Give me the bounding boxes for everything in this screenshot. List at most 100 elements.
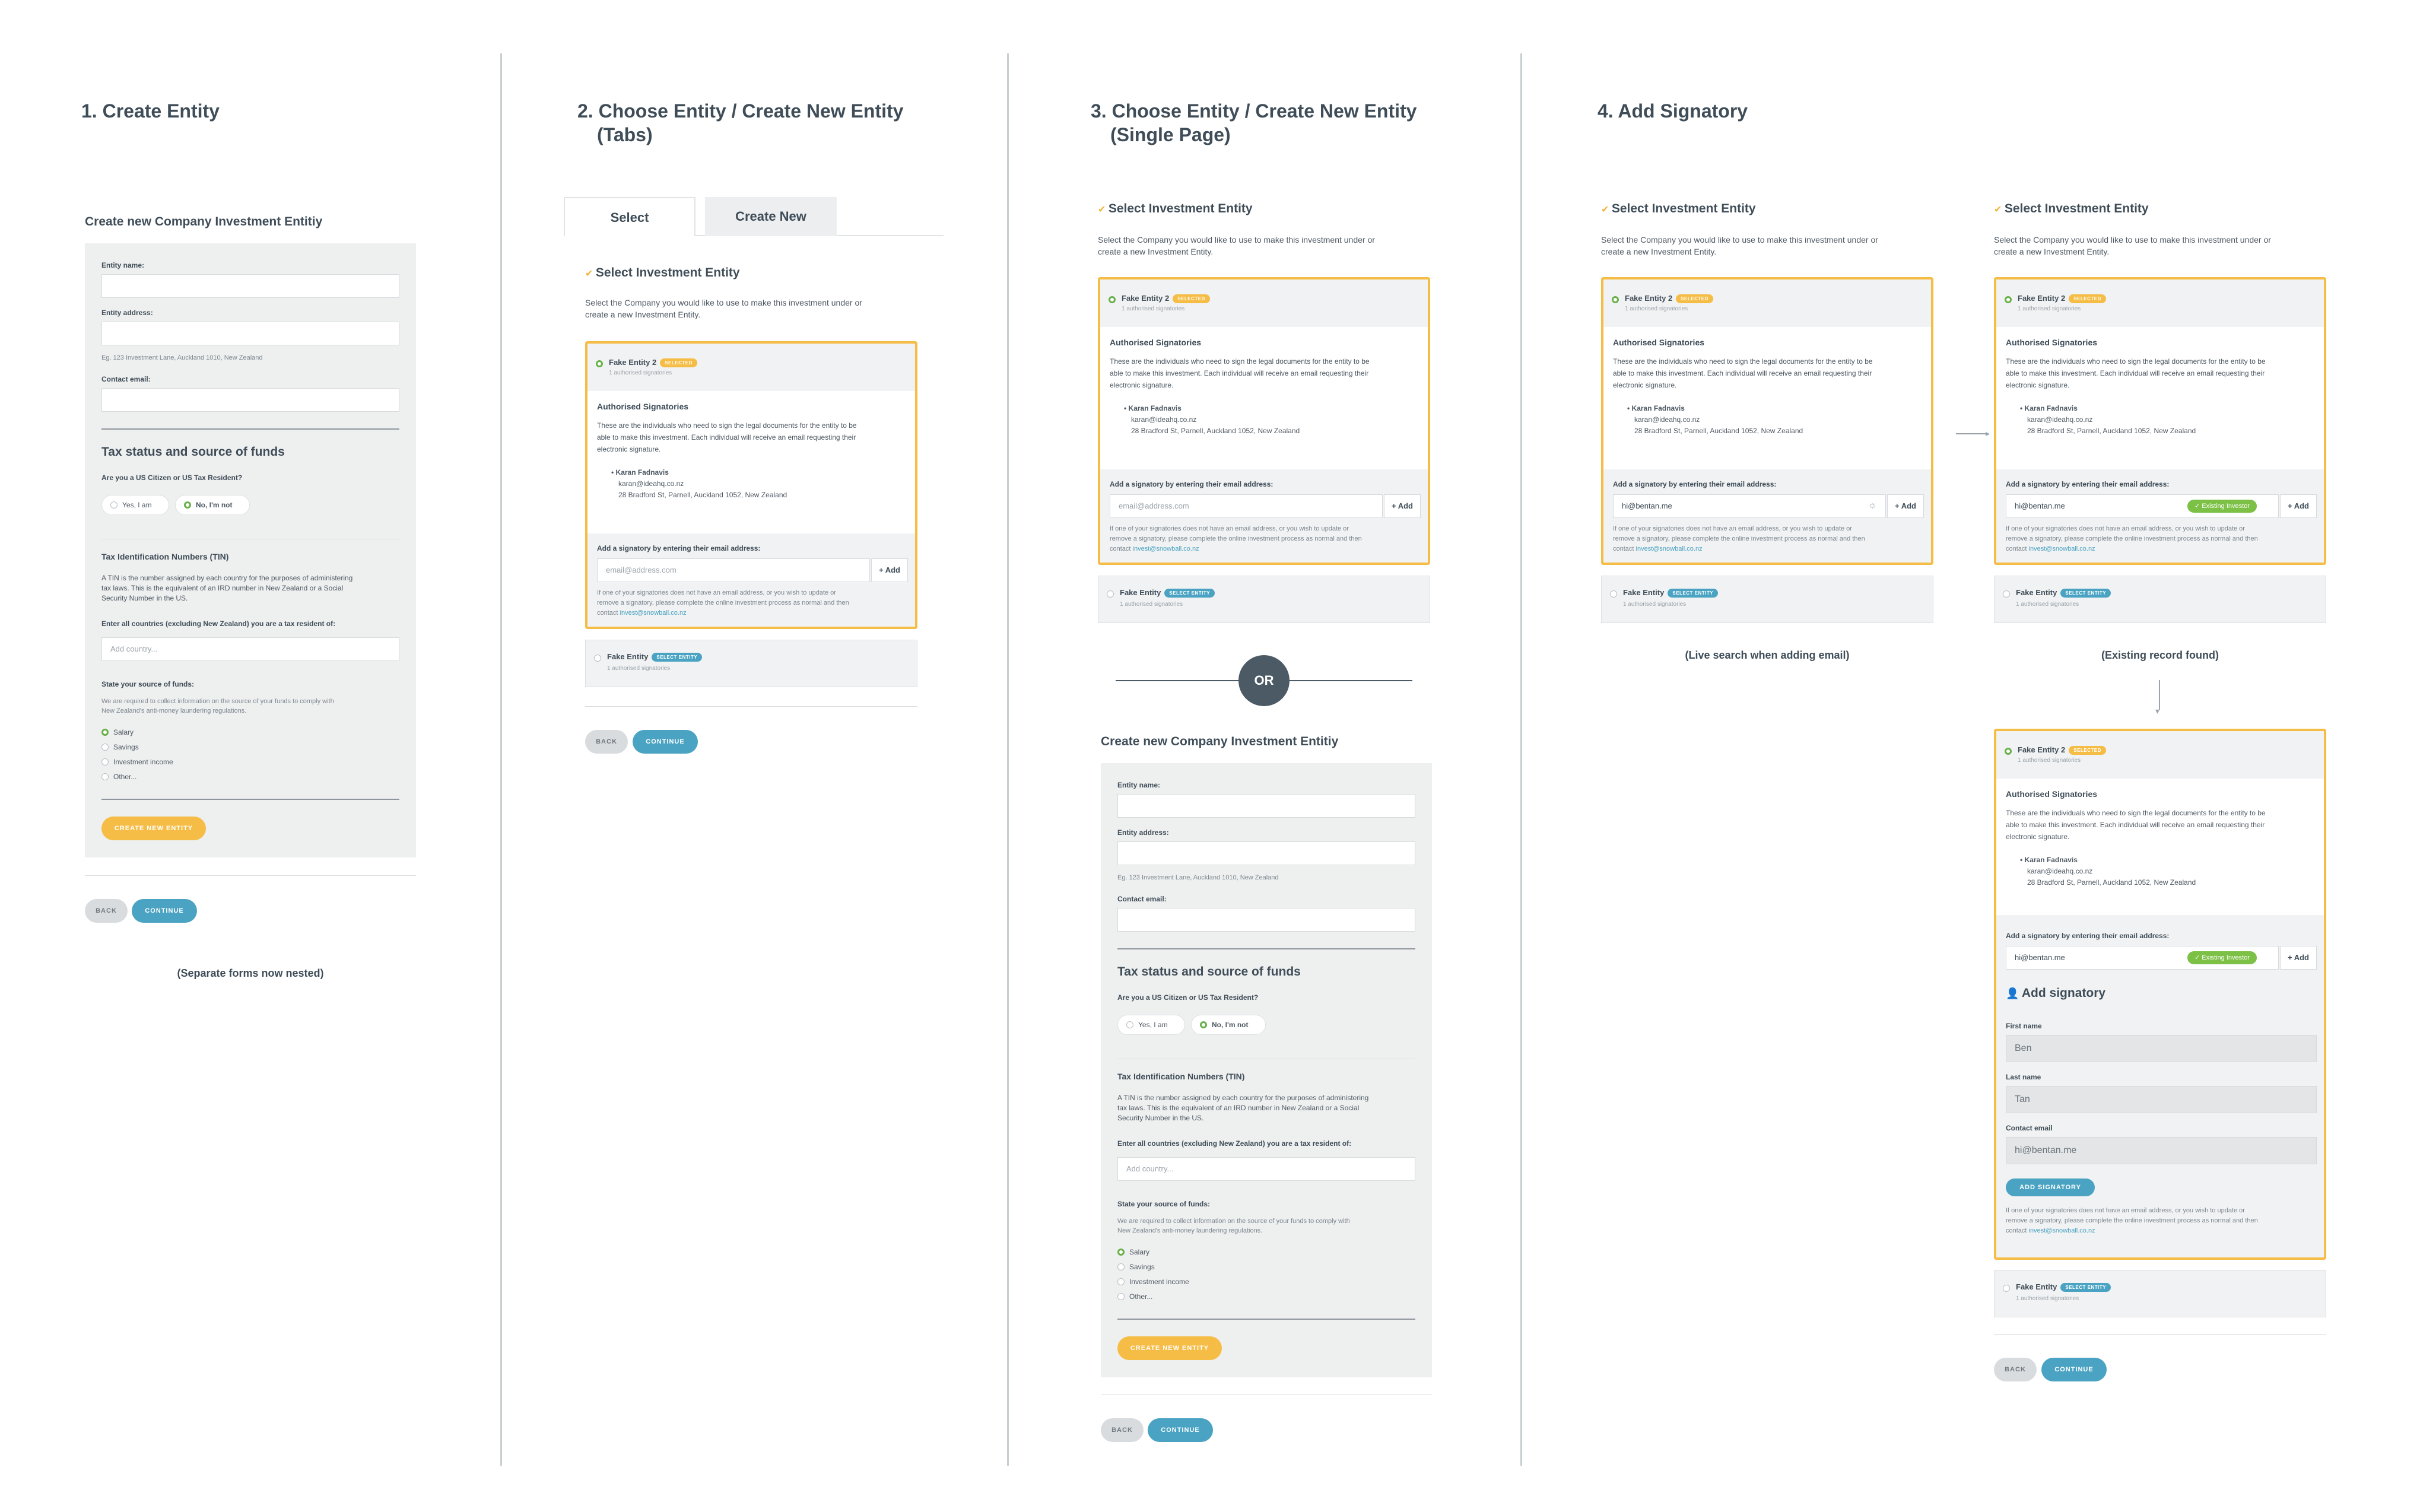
column-divider bbox=[1007, 53, 1009, 1466]
auth-text: These are the individuals who need to si… bbox=[1613, 357, 1873, 389]
tab-select[interactable]: Select bbox=[564, 197, 695, 236]
existing-investor-badge: ✓ Existing Investor bbox=[2187, 500, 2257, 513]
divider bbox=[101, 799, 399, 800]
select-entity-badge: SELECT ENTITY bbox=[1164, 589, 1215, 598]
add-button[interactable]: + Add bbox=[2280, 494, 2317, 518]
create-entity-button[interactable]: CREATE NEW ENTITY bbox=[101, 817, 206, 840]
entity-name-input[interactable] bbox=[101, 274, 399, 298]
form-heading: Create new Company Investment Entitiy bbox=[1101, 735, 1339, 748]
create-entity-form: Entity name: Entity address: Eg. 123 Inv… bbox=[1101, 763, 1432, 1377]
entity-address-label: Entity address: bbox=[1117, 828, 1169, 837]
back-button[interactable]: BACK bbox=[85, 899, 128, 923]
us-question: Are you a US Citizen or US Tax Resident? bbox=[1117, 993, 1259, 1002]
email-input[interactable]: email@address.com bbox=[597, 558, 870, 582]
fund-option[interactable]: Other... bbox=[101, 771, 173, 786]
email-link: invest@snowball.co.nz bbox=[1635, 545, 1703, 552]
no-radio[interactable]: No, I'm not bbox=[175, 495, 250, 515]
divider bbox=[1117, 1319, 1415, 1320]
add-signatory-section: Add a signatory by entering their email … bbox=[1100, 469, 1428, 563]
fund-option[interactable]: Salary bbox=[101, 726, 173, 741]
selected-badge: SELECTED bbox=[660, 358, 697, 368]
divider bbox=[1994, 1334, 2326, 1335]
radio-icon bbox=[2003, 1285, 2010, 1292]
add-button[interactable]: + Add bbox=[2280, 946, 2317, 970]
entity-card[interactable]: Fake Entity SELECT ENTITY 1 authorised si… bbox=[1994, 576, 2326, 623]
entity-card-selected[interactable]: Fake Entity 2 SELECTED 1 authorised signa… bbox=[585, 341, 917, 629]
intro-text: Select the Company you would like to use… bbox=[1601, 235, 1878, 256]
select-entity-badge: SELECT ENTITY bbox=[2060, 589, 2111, 598]
back-button[interactable]: BACK bbox=[1994, 1358, 2037, 1381]
auth-text: These are the individuals who need to si… bbox=[597, 421, 857, 453]
fund-option[interactable]: Investment income bbox=[101, 756, 173, 771]
continue-button[interactable]: CONTINUE bbox=[633, 730, 698, 754]
entity-card[interactable]: Fake Entity SELECT ENTITY 1 authorised si… bbox=[1601, 576, 1933, 623]
entity-name-label: Entity name: bbox=[101, 261, 145, 269]
entity-name-input[interactable] bbox=[1117, 794, 1415, 818]
contact-email-input[interactable] bbox=[1117, 908, 1415, 932]
entity-card-selected[interactable]: Fake Entity 2 SELECTED 1 authorised signa… bbox=[1994, 277, 2326, 565]
country-input[interactable]: Add country... bbox=[101, 637, 399, 661]
fund-option[interactable]: Investment income bbox=[1117, 1276, 1189, 1291]
entity-card-add-signatory[interactable]: Fake Entity 2 SELECTED 1 authorised signa… bbox=[1994, 729, 2326, 1260]
address-hint: Eg. 123 Investment Lane, Auckland 1010, … bbox=[101, 354, 263, 361]
add-signatory-section: Add a signatory by entering their email … bbox=[1603, 469, 1931, 563]
contact-email-input[interactable] bbox=[101, 388, 399, 412]
fund-option[interactable]: Savings bbox=[1117, 1261, 1189, 1276]
email-input[interactable]: hi@bentan.me bbox=[1613, 494, 1886, 518]
selected-badge: SELECTED bbox=[1676, 294, 1713, 304]
auth-heading: Authorised Signatories bbox=[2006, 338, 2098, 347]
fund-option[interactable]: Savings bbox=[101, 741, 173, 756]
first-name-input[interactable]: Ben bbox=[2006, 1035, 2317, 1062]
create-entity-button[interactable]: CREATE NEW ENTITY bbox=[1117, 1336, 1222, 1360]
intro-text: Select the Company you would like to use… bbox=[1994, 235, 2271, 256]
back-button[interactable]: BACK bbox=[1101, 1418, 1144, 1442]
signatory-item: • Karan Fadnavis karan@ideahq.co.nz 28 Bra… bbox=[2020, 856, 2196, 887]
auth-text: These are the individuals who need to si… bbox=[2006, 809, 2266, 841]
contact-email-label: Contact email: bbox=[101, 375, 151, 383]
entity-card-selected[interactable]: Fake Entity 2 SELECTED 1 authorised signa… bbox=[1098, 277, 1430, 565]
entity-card-selected[interactable]: Fake Entity 2 SELECTED 1 authorised signa… bbox=[1601, 277, 1933, 565]
contact-email-input[interactable]: hi@bentan.me bbox=[2006, 1137, 2317, 1164]
yes-radio[interactable]: Yes, I am bbox=[101, 495, 169, 515]
entity-card[interactable]: Fake Entity SELECT ENTITY 1 authorised si… bbox=[585, 640, 917, 687]
add-button[interactable]: + Add bbox=[1384, 494, 1421, 518]
entity-address-input[interactable] bbox=[101, 322, 399, 345]
add-button[interactable]: + Add bbox=[871, 558, 908, 582]
entity-card[interactable]: Fake Entity SELECT ENTITY 1 authorised si… bbox=[1098, 576, 1430, 623]
funds-list: Salary Savings Investment income Other..… bbox=[1117, 1246, 1189, 1305]
divider bbox=[101, 428, 399, 430]
countries-label: Enter all countries (excluding New Zeala… bbox=[101, 620, 336, 628]
existing-investor-badge: ✓ Existing Investor bbox=[2187, 951, 2257, 964]
continue-button[interactable]: CONTINUE bbox=[1148, 1418, 1213, 1442]
select-heading: ✔ Select Investment Entity bbox=[1994, 202, 2149, 215]
yes-radio[interactable]: Yes, I am bbox=[1117, 1015, 1185, 1035]
no-radio[interactable]: No, I'm not bbox=[1191, 1015, 1266, 1035]
arrow-right-icon bbox=[1956, 433, 1988, 434]
back-button[interactable]: BACK bbox=[585, 730, 628, 754]
caption: (Existing record found) bbox=[2101, 649, 2219, 661]
last-name-input[interactable]: Tan bbox=[2006, 1086, 2317, 1113]
country-input[interactable]: Add country... bbox=[1117, 1157, 1415, 1181]
fund-option[interactable]: Other... bbox=[1117, 1291, 1189, 1305]
entity-address-input[interactable] bbox=[1117, 841, 1415, 865]
add-signatory-section: Add a signatory by entering their email … bbox=[587, 533, 915, 627]
tin-heading: Tax Identification Numbers (TIN) bbox=[1117, 1072, 1245, 1081]
email-input[interactable]: email@address.com bbox=[1110, 494, 1383, 518]
divider bbox=[85, 875, 416, 876]
select-heading: ✔ Select Investment Entity bbox=[1601, 202, 1756, 215]
radio-selected-icon bbox=[1612, 296, 1619, 303]
arrow-head-icon: ▾ bbox=[2155, 706, 2160, 716]
email-link: invest@snowball.co.nz bbox=[620, 609, 687, 617]
continue-button[interactable]: CONTINUE bbox=[132, 899, 197, 923]
select-heading: ✔ Select Investment Entity bbox=[585, 266, 740, 279]
continue-button[interactable]: CONTINUE bbox=[2041, 1358, 2107, 1381]
spinner-icon: ☼ bbox=[1868, 500, 1877, 510]
add-button[interactable]: + Add bbox=[1887, 494, 1924, 518]
intro-text: Select the Company you would like to use… bbox=[585, 298, 862, 319]
card-header: Fake Entity 2 SELECTED 1 authorised signa… bbox=[587, 344, 915, 391]
tab-create[interactable]: Create New bbox=[705, 197, 837, 236]
fund-option[interactable]: Salary bbox=[1117, 1246, 1189, 1261]
email-link: invest@snowball.co.nz bbox=[2028, 545, 2095, 552]
entity-card[interactable]: Fake Entity SELECT ENTITY 1 authorised si… bbox=[1994, 1270, 2326, 1317]
add-signatory-button[interactable]: ADD SIGNATORY bbox=[2006, 1179, 2095, 1196]
